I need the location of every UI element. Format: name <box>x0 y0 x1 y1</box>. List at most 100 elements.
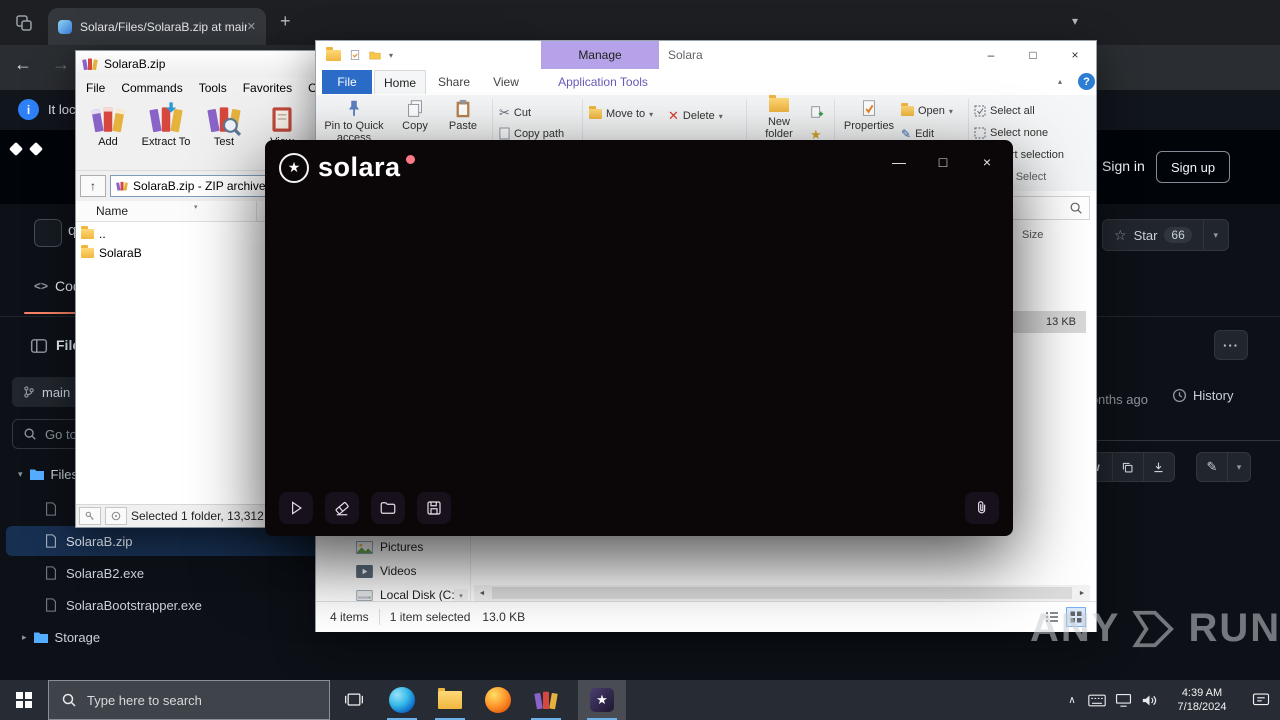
taskbar-solara-active[interactable]: ★ <box>578 680 626 720</box>
solara-logo-text: solara <box>318 152 401 182</box>
manage-contextual-header: Manage <box>541 41 659 69</box>
back-icon[interactable]: ← <box>14 54 32 75</box>
edit-button[interactable]: ✎ Edit <box>901 127 934 141</box>
firefox-icon <box>485 687 511 713</box>
disk-icon <box>356 589 373 601</box>
sign-in-link[interactable]: Sign in <box>1102 158 1145 174</box>
tab-search-icon[interactable] <box>14 13 34 33</box>
tab-list-chevron-icon[interactable]: ▾ <box>1072 14 1078 28</box>
touch-keyboard-icon[interactable] <box>1084 680 1110 720</box>
taskbar-firefox[interactable] <box>474 680 522 720</box>
minimize-button[interactable]: — <box>877 148 921 176</box>
new-folder-button[interactable]: New folder <box>753 95 805 140</box>
help-button[interactable]: ? <box>1078 73 1095 90</box>
new-item-icon[interactable] <box>810 105 824 119</box>
select-none-button[interactable]: Select none <box>974 127 1048 139</box>
move-to-button[interactable]: Move to ▾ <box>589 106 653 120</box>
forward-icon[interactable]: → <box>52 54 70 75</box>
open-button[interactable]: Open ▾ <box>901 103 953 117</box>
up-directory-button[interactable]: ↑ <box>80 175 106 197</box>
tab-home[interactable]: Home <box>374 70 426 94</box>
close-button[interactable]: × <box>1054 43 1096 67</box>
save-button[interactable] <box>417 492 451 524</box>
paste-button[interactable]: Paste <box>440 98 486 132</box>
tray-date: 7/18/2024 <box>1177 701 1227 713</box>
horizontal-scrollbar[interactable]: ◄ ► <box>474 585 1090 601</box>
scroll-right-icon[interactable]: ► <box>1074 590 1090 597</box>
close-button[interactable]: × <box>965 148 1009 176</box>
action-center-button[interactable] <box>1242 680 1280 720</box>
chevron-right-icon[interactable]: ▸ <box>22 632 27 643</box>
taskbar-search-box[interactable]: Type here to search <box>48 680 330 720</box>
copy-raw-button[interactable] <box>1111 453 1143 481</box>
add-button[interactable]: Add <box>80 102 136 148</box>
clear-button[interactable] <box>325 492 359 524</box>
download-raw-button[interactable] <box>1142 453 1174 481</box>
network-icon[interactable] <box>1110 680 1136 720</box>
menu-commands[interactable]: Commands <box>113 81 190 95</box>
column-divider[interactable] <box>256 201 257 221</box>
edit-pencil-icon[interactable]: ✎ <box>1197 453 1227 481</box>
tree-folder-storage[interactable]: ▸ Storage <box>6 622 326 652</box>
ribbon-collapse-icon[interactable]: ▴ <box>1058 77 1062 86</box>
nav-item-videos[interactable]: Videos <box>356 559 416 583</box>
open-file-button[interactable] <box>371 492 405 524</box>
star-button[interactable]: ☆ Star 66 ▾ <box>1102 219 1229 251</box>
scroll-left-icon[interactable]: ◄ <box>474 590 490 597</box>
tab-share[interactable]: Share <box>428 70 480 94</box>
minimize-button[interactable]: – <box>970 43 1012 67</box>
copy-button[interactable]: Copy <box>392 98 438 132</box>
history-button[interactable]: History <box>1172 388 1233 403</box>
tree-file-item[interactable]: SolaraB2.exe <box>6 558 326 588</box>
tab-view[interactable]: View <box>482 70 530 94</box>
overflow-menu-button[interactable]: ··· <box>1214 330 1248 360</box>
taskbar-explorer[interactable] <box>426 680 474 720</box>
sign-up-button[interactable]: Sign up <box>1156 151 1230 183</box>
anyrun-watermark: ANY RUN <box>1030 606 1280 651</box>
maximize-button[interactable]: □ <box>1012 43 1054 67</box>
nav-item-pictures[interactable]: Pictures <box>356 535 423 559</box>
tab-close-icon[interactable]: ✕ <box>247 20 256 33</box>
tree-file-item[interactable]: SolaraBootstrapper.exe <box>6 590 326 620</box>
column-name[interactable]: Name <box>76 204 128 218</box>
cut-button[interactable]: ✂ Cut <box>499 105 531 121</box>
sidebar-collapse-icon[interactable] <box>30 337 48 355</box>
menu-file[interactable]: File <box>78 81 113 95</box>
new-tab-button[interactable]: + <box>280 11 291 32</box>
start-button[interactable] <box>0 680 48 720</box>
volume-icon[interactable] <box>1136 680 1162 720</box>
clock[interactable]: 4:39 AM 7/18/2024 <box>1162 680 1242 720</box>
test-button[interactable]: Test <box>196 102 252 148</box>
qat-customize-chevron-icon[interactable]: ▾ <box>389 51 393 60</box>
anyrun-logo-icon <box>1132 610 1175 647</box>
scrollbar-thumb[interactable] <box>492 587 1072 599</box>
tray-expand-icon[interactable]: ∧ <box>1060 680 1084 720</box>
menu-favorites[interactable]: Favorites <box>235 81 300 95</box>
qat-properties-icon[interactable] <box>349 49 361 61</box>
attach-button[interactable] <box>965 492 999 524</box>
chevron-down-icon[interactable]: ▾ <box>10 469 23 480</box>
execute-button[interactable] <box>279 492 313 524</box>
taskbar-edge[interactable] <box>378 680 426 720</box>
star-count-badge: 66 <box>1164 227 1192 243</box>
tab-file[interactable]: File <box>322 70 372 94</box>
tab-application-tools[interactable]: Application Tools <box>544 70 662 94</box>
qat-new-folder-icon[interactable] <box>369 49 381 61</box>
delete-button[interactable]: ✕ Delete ▾ <box>668 108 723 124</box>
copy-path-button[interactable]: Copy path <box>499 127 564 140</box>
repo-avatar[interactable] <box>34 219 62 247</box>
extract-to-button[interactable]: Extract To <box>138 102 194 148</box>
properties-button[interactable]: Properties <box>841 98 897 132</box>
star-dropdown-icon[interactable]: ▾ <box>1202 220 1228 250</box>
explorer-title-bar[interactable]: ▾ Manage Solara – □ × <box>316 41 1096 69</box>
browser-tab[interactable]: Solara/Files/SolaraB.zip at main ✕ <box>48 8 266 45</box>
taskbar-winrar[interactable] <box>522 680 570 720</box>
pin-to-quick-access-button[interactable]: Pin to Quick access <box>322 98 386 144</box>
tree-folder-files[interactable]: ▾ Files <box>10 461 78 487</box>
select-all-button[interactable]: Select all <box>974 105 1035 117</box>
task-view-button[interactable] <box>330 680 378 720</box>
edit-dropdown-icon[interactable]: ▾ <box>1227 453 1250 481</box>
column-size[interactable]: Size <box>1022 229 1043 241</box>
menu-tools[interactable]: Tools <box>191 81 235 95</box>
maximize-button[interactable]: □ <box>921 148 965 176</box>
